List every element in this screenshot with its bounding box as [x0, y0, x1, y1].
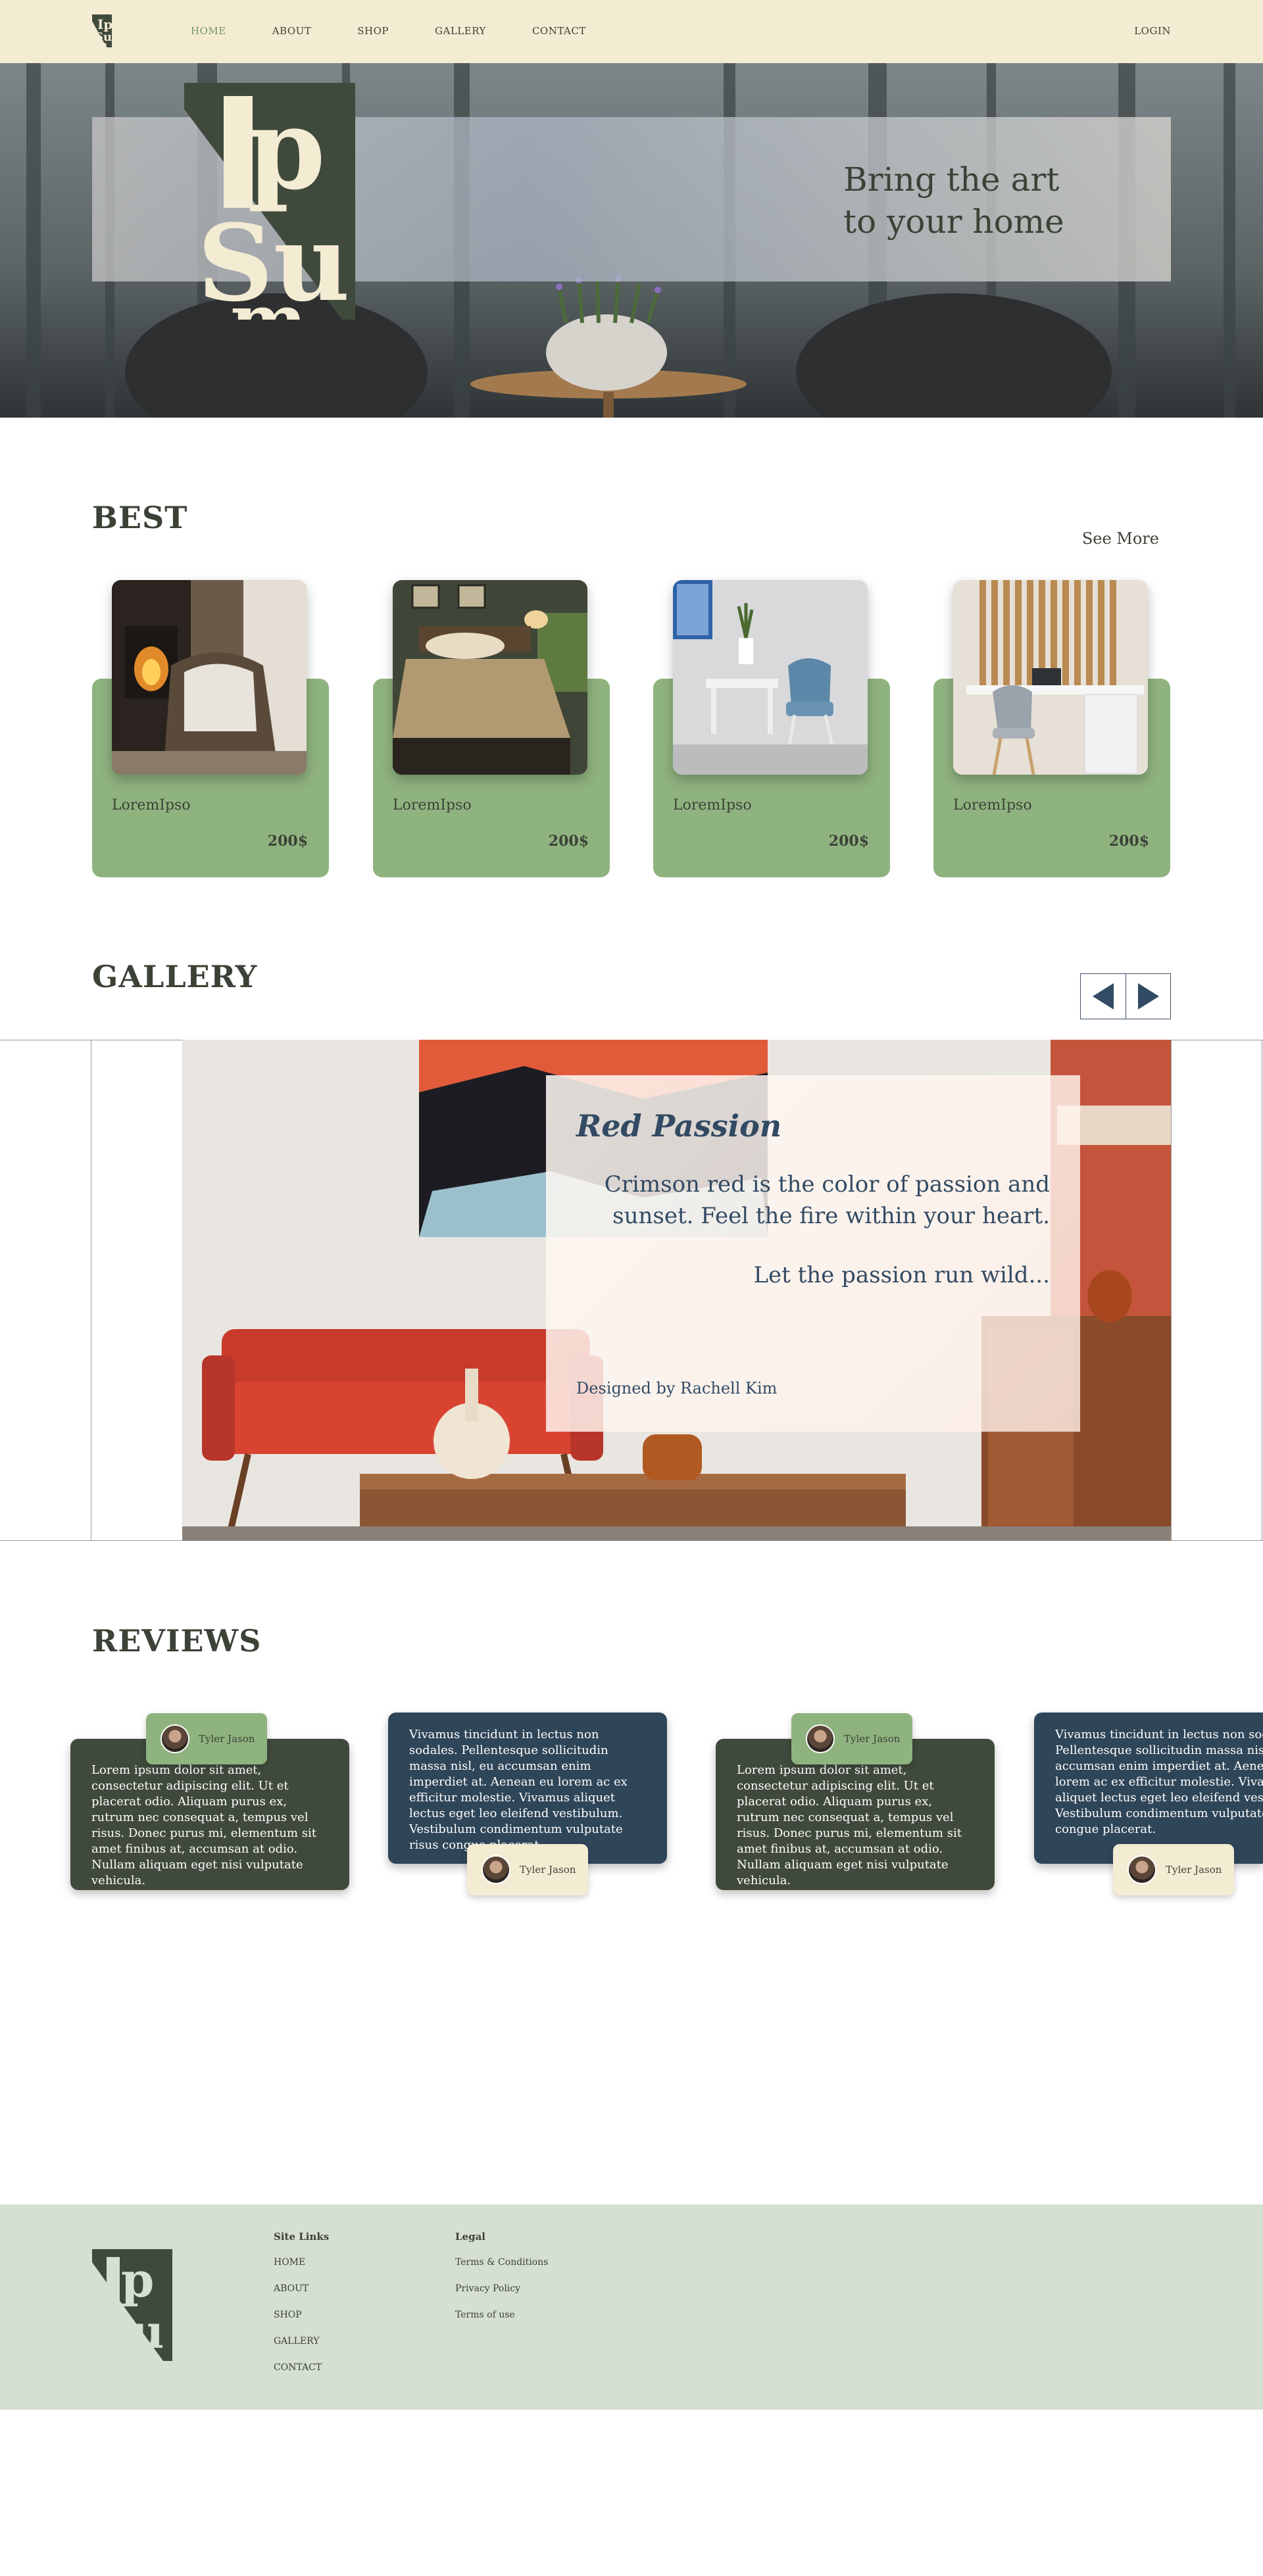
- ipsum-footer-logo-icon[interactable]: p Su m: [92, 2249, 172, 2361]
- product-name: LoremIpso: [112, 797, 191, 814]
- hero-tagline-line2: to your home: [843, 203, 1064, 241]
- product-price: 200$: [548, 833, 589, 850]
- svg-text:m: m: [230, 278, 307, 320]
- gallery-arrow-controls: [1080, 973, 1171, 1019]
- gallery-slide-description: Crimson red is the color of passion and …: [604, 1171, 1050, 1229]
- product-card[interactable]: LoremIpso 200$: [92, 580, 329, 877]
- product-image-armchair: [112, 580, 307, 775]
- footer-link-terms-of-use[interactable]: Terms of use: [455, 2310, 548, 2320]
- site-footer: p Su m Site Links HOME ABOUT SHOP GALLER…: [0, 2204, 1263, 2410]
- nav-links: HOME ABOUT SHOP GALLERY CONTACT: [191, 25, 632, 37]
- nav-link-about[interactable]: ABOUT: [272, 25, 312, 37]
- gallery-caption-panel: Red Passion Crimson red is the color of …: [546, 1075, 1080, 1432]
- footer-link-terms-conditions[interactable]: Terms & Conditions: [455, 2257, 548, 2268]
- review-card: Vivamus tincidunt in lectus non sodales.…: [388, 1713, 667, 1864]
- product-price: 200$: [1108, 833, 1149, 850]
- product-name: LoremIpso: [393, 797, 472, 814]
- footer-link-shop[interactable]: SHOP: [274, 2310, 329, 2320]
- review-text: Lorem ipsum dolor sit amet, consectetur …: [91, 1763, 316, 1887]
- product-name: LoremIpso: [673, 797, 752, 814]
- ipsum-logo-icon[interactable]: Ip Su m: [92, 14, 117, 47]
- product-name: LoremIpso: [953, 797, 1032, 814]
- best-section-title: BEST: [92, 500, 188, 535]
- login-link[interactable]: LOGIN: [1134, 25, 1171, 37]
- footer-legal-title: Legal: [455, 2231, 485, 2243]
- see-more-link[interactable]: See More: [1082, 529, 1159, 548]
- review-card: Vivamus tincidunt in lectus non sodales.…: [1034, 1713, 1263, 1864]
- svg-text:p: p: [121, 2252, 154, 2308]
- review-author-name: Tyler Jason: [1166, 1864, 1222, 1876]
- gallery-next-button[interactable]: [1126, 974, 1170, 1019]
- gallery-slide-credit: Designed by Rachell Kim: [576, 1379, 778, 1397]
- top-navigation: Ip Su m HOME ABOUT SHOP GALLERY CONTACT …: [0, 0, 1263, 63]
- review-text: Vivamus tincidunt in lectus non sodales.…: [1055, 1728, 1263, 1836]
- ipsum-hero-logo-icon: p Su m: [184, 83, 355, 320]
- footer-site-links: Site Links HOME ABOUT SHOP GALLERY CONTA…: [274, 2231, 329, 2389]
- gallery-slide-tagline: Let the passion run wild...: [753, 1262, 1050, 1288]
- nav-link-shop[interactable]: SHOP: [357, 25, 389, 37]
- avatar: [482, 1855, 510, 1884]
- gallery-section-title: GALLERY: [92, 959, 258, 994]
- footer-link-privacy-policy[interactable]: Privacy Policy: [455, 2283, 548, 2294]
- footer-site-links-title: Site Links: [274, 2231, 330, 2243]
- footer-link-gallery[interactable]: GALLERY: [274, 2336, 329, 2346]
- product-image-blue-chair: [673, 580, 868, 775]
- footer-link-about[interactable]: ABOUT: [274, 2283, 329, 2294]
- product-card[interactable]: LoremIpso 200$: [933, 580, 1170, 877]
- footer-legal-links: Legal Terms & Conditions Privacy Policy …: [455, 2231, 548, 2336]
- review-author-name: Tyler Jason: [199, 1733, 255, 1745]
- triangle-right-icon: [1137, 983, 1159, 1009]
- gallery-divider: [1171, 1040, 1172, 1541]
- product-image-desk: [953, 580, 1148, 775]
- nav-link-home[interactable]: HOME: [191, 25, 226, 37]
- review-author-badge: Tyler Jason: [791, 1713, 912, 1764]
- review-author-badge: Tyler Jason: [467, 1844, 588, 1895]
- review-author-badge: Tyler Jason: [146, 1713, 267, 1764]
- product-card[interactable]: LoremIpso 200$: [653, 580, 890, 877]
- nav-link-gallery[interactable]: GALLERY: [435, 25, 486, 37]
- avatar: [161, 1724, 189, 1753]
- svg-text:m: m: [114, 2340, 148, 2361]
- hero-tagline: Bring the art to your home: [843, 158, 1080, 243]
- product-price: 200$: [267, 833, 308, 850]
- triangle-left-icon: [1093, 983, 1114, 1009]
- footer-link-home[interactable]: HOME: [274, 2257, 329, 2268]
- review-author-badge: Tyler Jason: [1113, 1844, 1234, 1895]
- reviews-section-title: REVIEWS: [92, 1623, 262, 1659]
- review-author-name: Tyler Jason: [520, 1864, 576, 1876]
- review-text: Lorem ipsum dolor sit amet, consectetur …: [737, 1763, 962, 1887]
- gallery-prev-button[interactable]: [1081, 974, 1126, 1019]
- review-author-name: Tyler Jason: [844, 1733, 901, 1745]
- product-card[interactable]: LoremIpso 200$: [373, 580, 610, 877]
- hero-banner: p Su m Bring the art to your home: [0, 63, 1263, 418]
- svg-text:m: m: [99, 40, 107, 47]
- avatar: [806, 1724, 835, 1753]
- hero-tagline-line1: Bring the art: [843, 160, 1060, 199]
- footer-link-contact[interactable]: CONTACT: [274, 2362, 329, 2373]
- nav-link-contact[interactable]: CONTACT: [532, 25, 586, 37]
- product-price: 200$: [828, 833, 869, 850]
- review-text: Vivamus tincidunt in lectus non sodales.…: [409, 1728, 628, 1852]
- gallery-slide-title: Red Passion: [576, 1108, 782, 1144]
- svg-text:p: p: [247, 84, 326, 215]
- avatar: [1127, 1855, 1156, 1884]
- product-image-bed: [393, 580, 587, 775]
